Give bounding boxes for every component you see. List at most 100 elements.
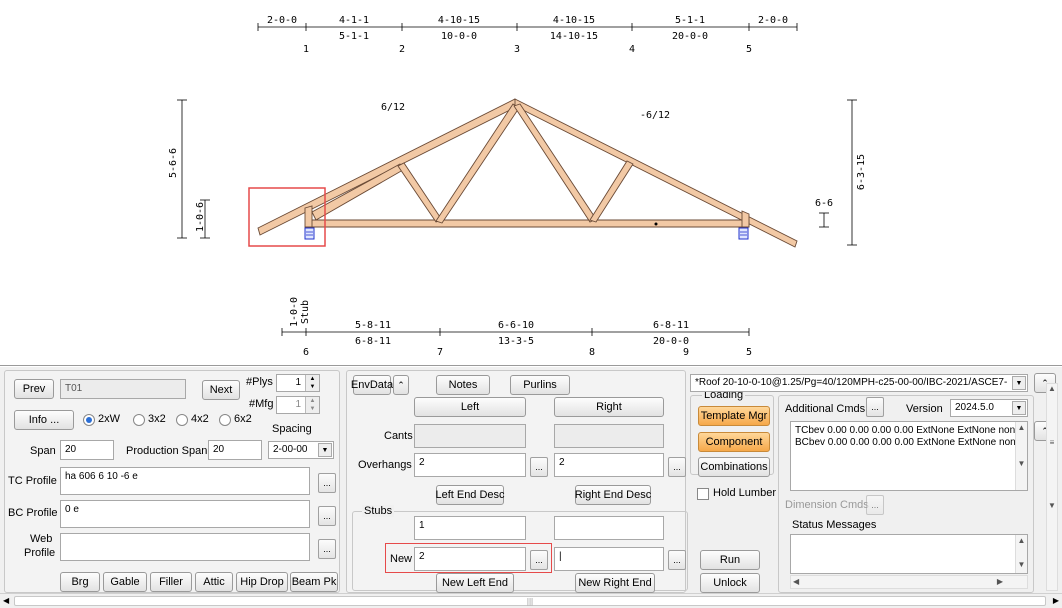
chevron-down-icon[interactable]: ▼: [1012, 401, 1026, 415]
hold-lumber-checkbox[interactable]: [697, 488, 709, 500]
bottom-joint-6: 6: [303, 347, 309, 358]
info-button[interactable]: Info ...: [14, 410, 74, 430]
web-profile-browse-button[interactable]: ...: [318, 539, 336, 559]
right-tab[interactable]: Right: [554, 397, 664, 417]
stub-left-field[interactable]: 1: [414, 516, 526, 540]
version-combo[interactable]: 2024.5.0 ▼: [950, 399, 1028, 417]
gable-button[interactable]: Gable: [103, 572, 147, 592]
cants-left-field[interactable]: [414, 424, 526, 448]
overhang-left-field[interactable]: 2: [414, 453, 526, 477]
new-stub-right-field[interactable]: |: [554, 547, 664, 571]
new-left-end-button[interactable]: New Left End: [436, 573, 514, 593]
tc-profile-browse-button[interactable]: ...: [318, 473, 336, 493]
plys-label: #Plys: [246, 376, 273, 388]
lumber-6x2-radio[interactable]: [219, 414, 231, 426]
tc-profile-field[interactable]: ha 606 6 10 -6 e: [60, 467, 310, 495]
template-mgr-button[interactable]: Template Mgr: [698, 406, 770, 426]
scroll-thumb[interactable]: |||: [14, 596, 1046, 606]
top-joint-2: 2: [399, 44, 405, 55]
hip-drop-button[interactable]: Hip Drop: [236, 572, 288, 592]
cmds-scrollbar[interactable]: ▲ ▼: [1015, 422, 1027, 490]
web-profile-field[interactable]: [60, 533, 310, 561]
status-messages-area[interactable]: ▲ ▼: [790, 534, 1028, 574]
chevron-down-icon[interactable]: ▼: [318, 443, 332, 457]
truss-drawing-canvas[interactable]: 2-0-0 4-1-1 5-1-1 4-10-15 10-0-0 4-10-15…: [0, 0, 1062, 366]
new-stub-left-browse-button[interactable]: ...: [530, 550, 548, 570]
dimension-cmds-browse-button[interactable]: ...: [866, 495, 884, 515]
left-height-dim: 5-6-6: [168, 148, 179, 178]
mfg-label: #Mfg: [249, 398, 274, 410]
top-joint-5: 5: [746, 44, 752, 55]
top-span-4-cum: 14-10-15: [550, 31, 598, 42]
prev-button[interactable]: Prev: [14, 379, 54, 399]
attic-button[interactable]: Attic: [195, 572, 233, 592]
cants-label: Cants: [384, 430, 413, 442]
production-span-field[interactable]: 20: [208, 440, 262, 460]
overhang-left-browse-button[interactable]: ...: [530, 457, 548, 477]
status-horizontal-scrollbar[interactable]: ◀ ▶: [790, 575, 1028, 589]
lumber-3x2-radio[interactable]: [133, 414, 145, 426]
version-label: Version: [906, 403, 943, 415]
purlins-button[interactable]: Purlins: [510, 375, 570, 395]
notes-button[interactable]: Notes: [436, 375, 490, 395]
mfg-spinner[interactable]: 1 ▲ ▼: [276, 396, 320, 414]
next-button[interactable]: Next: [202, 380, 240, 400]
web-profile-label-1: Web: [30, 533, 53, 545]
tc-profile-label: TC Profile: [8, 475, 57, 487]
combinations-button[interactable]: Combinations: [698, 457, 770, 477]
top-span-2: 4-1-1: [339, 15, 369, 26]
left-bearing-icon[interactable]: [304, 227, 315, 240]
bc-profile-field[interactable]: 0 e: [60, 500, 310, 528]
scroll-right-icon[interactable]: ▶: [1053, 596, 1059, 605]
chevron-down-icon[interactable]: ▼: [1012, 376, 1026, 390]
spacing-combo[interactable]: 2-00-00 ▼: [268, 441, 334, 459]
component-button[interactable]: Component: [698, 432, 770, 452]
stubs-label: Stubs: [362, 505, 395, 517]
right-height-dim: 6-3-15: [856, 154, 867, 190]
overhang-right-browse-button[interactable]: ...: [668, 457, 686, 477]
lumber-2xw-radio[interactable]: [83, 414, 95, 426]
bc-profile-label: BC Profile: [8, 507, 58, 519]
new-stub-left-field[interactable]: 2: [414, 547, 526, 571]
beam-pk-button[interactable]: Beam Pk: [290, 572, 338, 592]
left-tab[interactable]: Left: [414, 397, 526, 417]
spinner-arrows-icon[interactable]: ▲ ▼: [305, 397, 319, 413]
overhang-right-field[interactable]: 2: [554, 453, 664, 477]
left-end-desc-button[interactable]: Left End Desc: [435, 485, 505, 505]
top-joint-1: 1: [303, 44, 309, 55]
main-horizontal-scrollbar[interactable]: ◀ ||| ▶: [0, 593, 1062, 608]
brg-button[interactable]: Brg: [60, 572, 100, 592]
bottom-joint-7: 7: [437, 347, 443, 358]
bc-profile-browse-button[interactable]: ...: [318, 506, 336, 526]
spacing-value: 2-00-00: [273, 444, 308, 455]
top-joint-3: 3: [514, 44, 520, 55]
spinner-arrows-icon[interactable]: ▲ ▼: [305, 375, 319, 391]
right-end-desc-button[interactable]: Right End Desc: [575, 485, 651, 505]
roof-loading-combo[interactable]: *Roof 20-10-0-10@1.25/Pg=40/120MPH-c25-0…: [690, 374, 1028, 392]
top-span-5-cum: 20-0-0: [672, 31, 708, 42]
mfg-value: 1: [295, 399, 301, 410]
run-button[interactable]: Run: [700, 550, 760, 570]
unlock-button[interactable]: Unlock: [700, 573, 760, 593]
status-scrollbar[interactable]: ▲ ▼: [1015, 535, 1027, 573]
span-field[interactable]: 20: [60, 440, 114, 460]
panel-vertical-scrollbar[interactable]: ▲ ≡ ▼: [1046, 383, 1058, 591]
bottom-joint-8: 8: [589, 347, 595, 358]
envdata-button[interactable]: EnvData: [351, 375, 393, 395]
chevron-up-icon[interactable]: ⌃: [393, 375, 409, 395]
new-stub-right-browse-button[interactable]: ...: [668, 550, 686, 570]
lumber-4x2-radio[interactable]: [176, 414, 188, 426]
plys-spinner[interactable]: 1 ▲ ▼: [276, 374, 320, 392]
truss-name-field[interactable]: T01: [60, 379, 186, 399]
stub-right-field[interactable]: [554, 516, 664, 540]
new-right-end-button[interactable]: New Right End: [575, 573, 655, 593]
additional-cmds-browse-button[interactable]: ...: [866, 397, 884, 417]
scroll-left-icon[interactable]: ◀: [3, 596, 9, 605]
right-bearing-icon[interactable]: [738, 227, 749, 240]
additional-cmds-textarea[interactable]: TCbev 0.00 0.00 0.00 0.00 ExtNone ExtNon…: [790, 421, 1028, 491]
cants-right-field[interactable]: [554, 424, 664, 448]
top-span-1: 2-0-0: [267, 15, 297, 26]
span-label: Span: [30, 445, 56, 457]
filler-button[interactable]: Filler: [150, 572, 192, 592]
pitch-right-label: -6/12: [640, 110, 670, 121]
